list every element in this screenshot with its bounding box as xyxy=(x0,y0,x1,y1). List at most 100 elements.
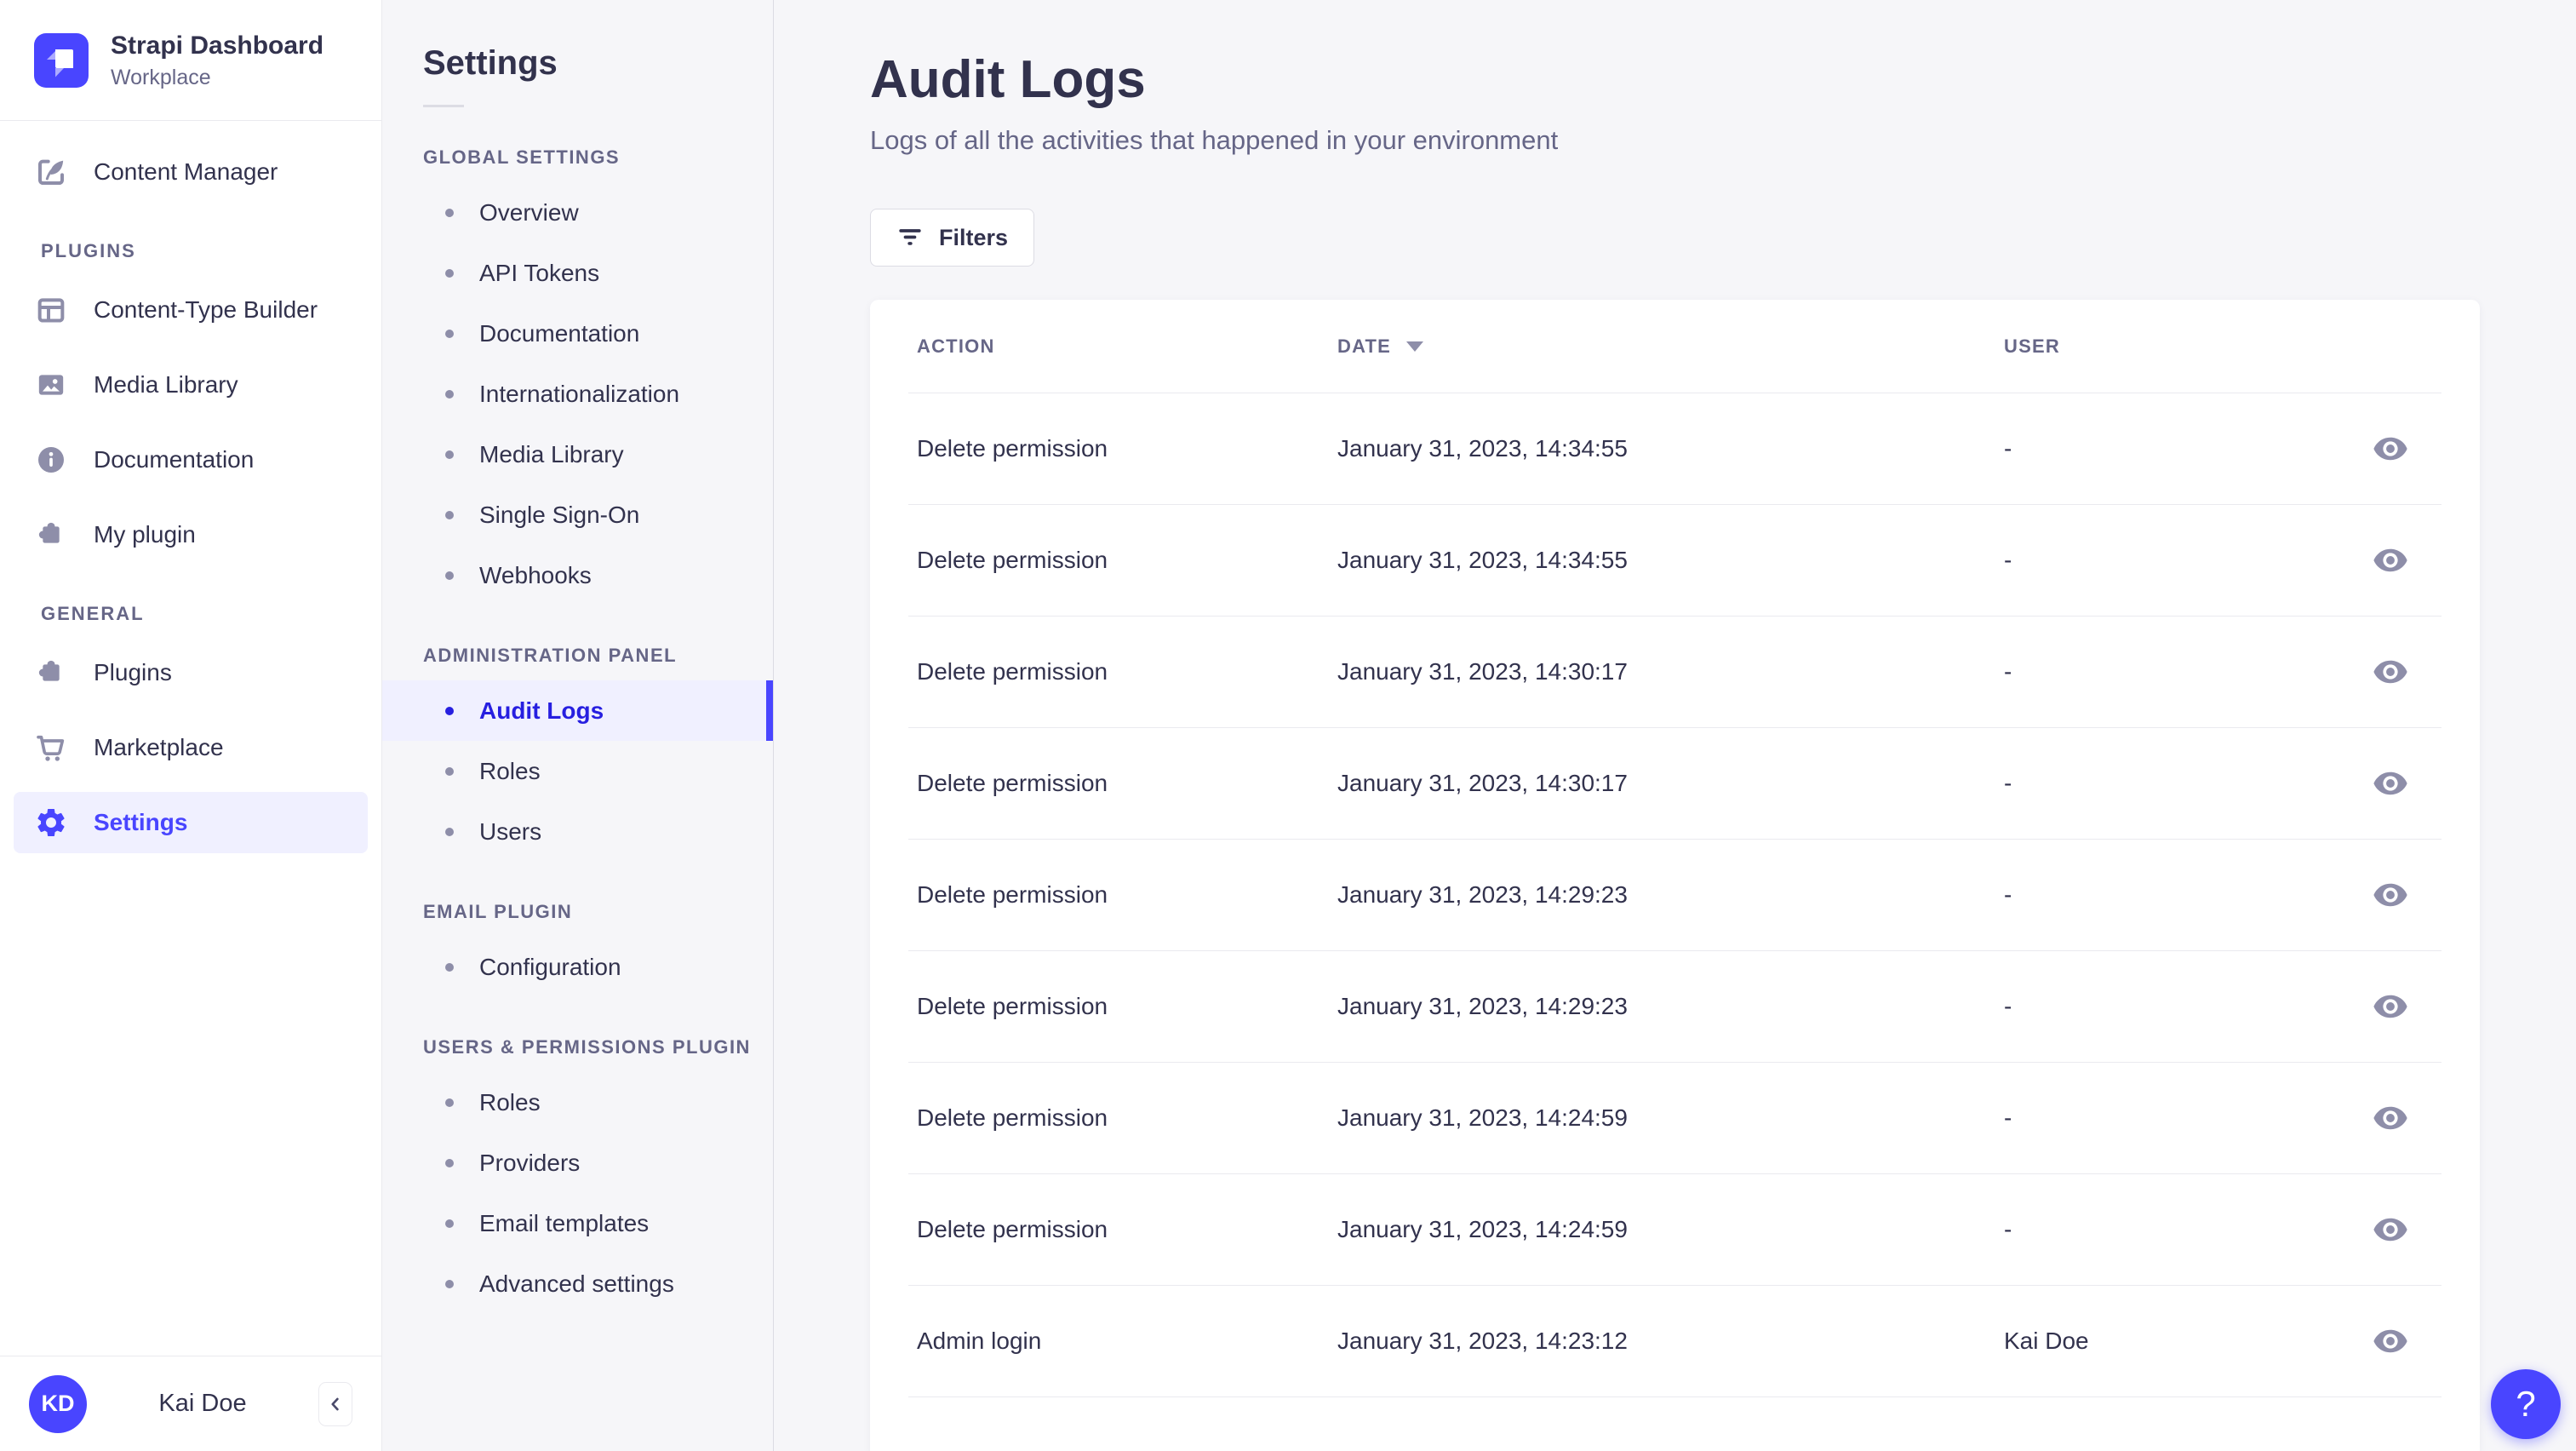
bullet-icon xyxy=(445,571,454,580)
subnav-item-admin-users[interactable]: Users xyxy=(382,801,773,862)
column-header-user: USER xyxy=(2004,335,2060,357)
subnav-item-single-sign-on[interactable]: Single Sign-On xyxy=(382,485,773,545)
filters-button[interactable]: Filters xyxy=(870,209,1035,267)
sidebar-item-settings[interactable]: Settings xyxy=(14,792,368,853)
table-row[interactable]: Delete permission January 31, 2023, 14:3… xyxy=(908,617,2441,728)
subnav-item-providers[interactable]: Providers xyxy=(382,1133,773,1193)
subnav-section-global-settings: GLOBAL SETTINGS Overview API Tokens Docu… xyxy=(382,146,773,605)
sidebar-item-label: Content-Type Builder xyxy=(94,296,318,323)
bullet-icon xyxy=(445,706,454,715)
sidebar-item-label: Marketplace xyxy=(94,734,224,760)
subnav-item-email-templates[interactable]: Email templates xyxy=(382,1193,773,1253)
view-log-button[interactable] xyxy=(2372,1211,2409,1248)
primary-sidebar: Strapi Dashboard Workplace Content Manag… xyxy=(0,0,382,1451)
cell-action: Delete permission xyxy=(917,1216,1108,1242)
section-header: EMAIL PLUGIN xyxy=(423,901,573,922)
subnav-item-advanced-settings[interactable]: Advanced settings xyxy=(382,1253,773,1314)
subnav-item-webhooks[interactable]: Webhooks xyxy=(382,545,773,605)
sidebar-item-my-plugin[interactable]: My plugin xyxy=(14,504,368,565)
sidebar-item-label: Content Manager xyxy=(94,158,278,185)
help-button[interactable]: ? xyxy=(2491,1369,2561,1439)
table-row[interactable]: Delete permission January 31, 2023, 14:3… xyxy=(908,728,2441,840)
view-log-button[interactable] xyxy=(2372,1099,2409,1137)
cell-date: January 31, 2023, 14:29:23 xyxy=(1337,881,1628,908)
view-log-button[interactable] xyxy=(2372,653,2409,691)
help-button-label: ? xyxy=(2516,1384,2536,1424)
column-header-date[interactable]: DATE xyxy=(1337,336,2004,358)
bullet-icon xyxy=(445,329,454,338)
main-nav: Content Manager PLUGINS Content-Type Bui… xyxy=(0,121,381,1356)
view-log-button[interactable] xyxy=(2372,430,2409,467)
workspace-name: Workplace xyxy=(111,65,211,89)
subnav-item-api-tokens[interactable]: API Tokens xyxy=(382,243,773,303)
table-row[interactable]: Delete permission January 31, 2023, 14:3… xyxy=(908,393,2441,505)
bullet-icon xyxy=(445,827,454,836)
table-row[interactable]: Delete permission January 31, 2023, 14:2… xyxy=(908,840,2441,951)
app-title: Strapi Dashboard xyxy=(111,31,324,60)
sidebar-item-plugins[interactable]: Plugins xyxy=(14,642,368,703)
sidebar-item-content-manager[interactable]: Content Manager xyxy=(14,141,368,203)
sidebar-footer: KD Kai Doe xyxy=(0,1356,381,1451)
subnav-item-label: Internationalization xyxy=(479,380,680,407)
cell-user: - xyxy=(2004,881,2012,908)
view-log-button[interactable] xyxy=(2372,1322,2409,1360)
subnav-item-up-roles[interactable]: Roles xyxy=(382,1072,773,1133)
cell-action: Delete permission xyxy=(917,993,1108,1019)
sidebar-item-documentation[interactable]: Documentation xyxy=(14,429,368,490)
cell-user: - xyxy=(2004,1104,2012,1131)
subnav-item-overview[interactable]: Overview xyxy=(382,182,773,243)
cell-user: - xyxy=(2004,547,2012,573)
bullet-icon xyxy=(445,1158,454,1167)
bullet-icon xyxy=(445,268,454,278)
bullet-icon xyxy=(445,1219,454,1228)
cell-date: January 31, 2023, 14:30:17 xyxy=(1337,770,1628,796)
cell-date: January 31, 2023, 14:29:23 xyxy=(1337,993,1628,1019)
subnav-item-audit-logs[interactable]: Audit Logs xyxy=(382,680,773,741)
view-log-button[interactable] xyxy=(2372,988,2409,1025)
subnav-item-label: Webhooks xyxy=(479,561,592,588)
view-log-button[interactable] xyxy=(2372,876,2409,914)
puzzle-icon xyxy=(34,518,68,552)
avatar[interactable]: KD xyxy=(29,1374,87,1433)
sidebar-item-marketplace[interactable]: Marketplace xyxy=(14,717,368,778)
workspace-switcher[interactable]: Strapi Dashboard Workplace xyxy=(0,0,381,121)
cell-action: Delete permission xyxy=(917,770,1108,796)
audit-logs-table: ACTION DATE USER Delete permission Janua… xyxy=(870,300,2480,1451)
table-row[interactable]: Admin login January 31, 2023, 14:23:12 K… xyxy=(908,1286,2441,1397)
table-row[interactable]: Delete permission January 31, 2023, 14:2… xyxy=(908,951,2441,1063)
cell-action: Admin login xyxy=(917,1328,1042,1354)
page-title: Audit Logs xyxy=(870,50,1146,109)
section-header: PLUGINS xyxy=(41,240,136,261)
subnav-item-documentation[interactable]: Documentation xyxy=(382,303,773,364)
sidebar-item-media-library[interactable]: Media Library xyxy=(14,354,368,416)
bullet-icon xyxy=(445,962,454,972)
subnav-item-label: Single Sign-On xyxy=(479,501,640,528)
subnav-item-media-library[interactable]: Media Library xyxy=(382,424,773,485)
divider xyxy=(423,105,464,107)
table-row[interactable]: Delete permission January 31, 2023, 14:3… xyxy=(908,505,2441,617)
view-log-button[interactable] xyxy=(2372,765,2409,802)
subnav-item-label: Roles xyxy=(479,1088,541,1115)
table-row[interactable]: Delete permission January 31, 2023, 14:2… xyxy=(908,1063,2441,1174)
subnav-item-admin-roles[interactable]: Roles xyxy=(382,741,773,801)
section-header: GLOBAL SETTINGS xyxy=(423,146,621,168)
subnav-item-internationalization[interactable]: Internationalization xyxy=(382,364,773,424)
cell-user: - xyxy=(2004,993,2012,1019)
info-icon xyxy=(34,443,68,477)
sidebar-section-general: GENERAL Plugins Marketplace Settings xyxy=(0,603,381,853)
eye-icon xyxy=(2372,1211,2409,1248)
collapse-sidebar-button[interactable] xyxy=(318,1381,352,1426)
bullet-icon xyxy=(445,1098,454,1107)
gear-icon xyxy=(34,806,68,840)
cell-action: Delete permission xyxy=(917,658,1108,685)
table-row[interactable]: Delete permission January 31, 2023, 14:2… xyxy=(908,1174,2441,1286)
eye-icon xyxy=(2372,876,2409,914)
subnav-section-administration-panel: ADMINISTRATION PANEL Audit Logs Roles Us… xyxy=(382,645,773,862)
subnav-item-configuration[interactable]: Configuration xyxy=(382,937,773,997)
page-subtitle: Logs of all the activities that happened… xyxy=(870,125,1559,155)
sidebar-item-content-type-builder[interactable]: Content-Type Builder xyxy=(14,279,368,341)
table-header-row: ACTION DATE USER xyxy=(908,300,2441,393)
sort-desc-icon xyxy=(1406,341,1424,352)
cell-user: - xyxy=(2004,658,2012,685)
view-log-button[interactable] xyxy=(2372,542,2409,579)
